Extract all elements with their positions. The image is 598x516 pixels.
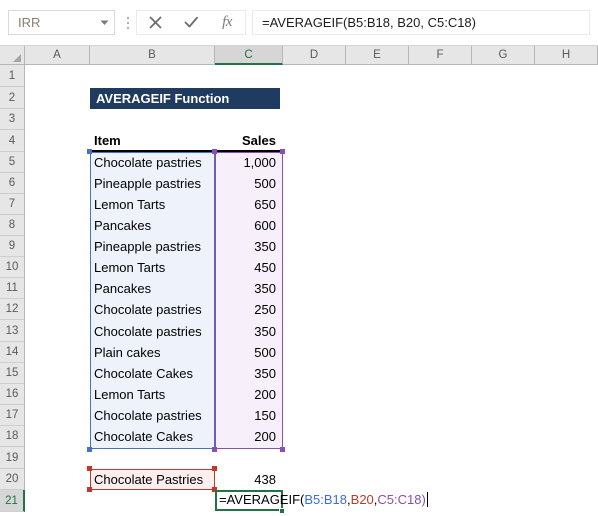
- table-row[interactable]: 600: [215, 215, 283, 236]
- range-handle-bl-blue: [87, 447, 92, 452]
- formula-bar: IRR fx =AVERAGEIF(B5:B18, B20, C5:C18): [0, 0, 598, 46]
- formula-input[interactable]: =AVERAGEIF(B5:B18, B20, C5:C18): [252, 10, 590, 35]
- table-row[interactable]: 350: [215, 236, 283, 257]
- row-header-12[interactable]: 12: [0, 299, 25, 320]
- chevron-down-icon[interactable]: [94, 20, 114, 26]
- column-header-g[interactable]: G: [472, 46, 535, 65]
- range-handle-br-blue: [212, 447, 217, 452]
- fx-icon[interactable]: fx: [209, 11, 245, 34]
- row-header-10[interactable]: 10: [0, 257, 25, 278]
- row-header-2[interactable]: 2: [0, 87, 25, 109]
- table-row[interactable]: Lemon Tarts: [90, 194, 215, 215]
- row-header-16[interactable]: 16: [0, 384, 25, 405]
- table-row[interactable]: 350: [215, 320, 283, 342]
- table-row[interactable]: 650: [215, 194, 283, 215]
- table-row[interactable]: Plain cakes: [90, 342, 215, 363]
- header-sales[interactable]: Sales: [215, 130, 283, 152]
- table-row[interactable]: Chocolate pastries: [90, 405, 215, 426]
- table-row[interactable]: 350: [215, 278, 283, 299]
- formula-ref-c5c18: C5:C18: [377, 492, 422, 507]
- table-row[interactable]: Chocolate pastries: [90, 152, 215, 173]
- row-header-1[interactable]: 1: [0, 65, 25, 87]
- table-row[interactable]: Chocolate Cakes: [90, 363, 215, 384]
- column-header-a[interactable]: A: [25, 46, 90, 65]
- row-header-11[interactable]: 11: [0, 278, 25, 299]
- row-header-9[interactable]: 9: [0, 236, 25, 257]
- table-row[interactable]: 250: [215, 299, 283, 320]
- select-all-triangle-icon: [13, 54, 21, 62]
- table-row[interactable]: 350: [215, 363, 283, 384]
- text-caret: [426, 492, 428, 507]
- row-headers: 1 2 3 4 5 6 7 8 9 10 11 12 13 14 15 16 1…: [0, 65, 25, 516]
- name-box-value: IRR: [18, 15, 41, 30]
- row-header-3[interactable]: 3: [0, 109, 25, 130]
- title-banner-text: AVERAGEIF Function: [96, 91, 230, 106]
- table-row[interactable]: 500: [215, 173, 283, 194]
- table-row[interactable]: 450: [215, 257, 283, 278]
- column-header-f[interactable]: F: [409, 46, 472, 65]
- table-row[interactable]: Chocolate Cakes: [90, 426, 215, 447]
- insert-function-label: fx: [222, 14, 232, 30]
- formula-ref-b20: B20: [350, 492, 374, 507]
- column-header-h[interactable]: H: [535, 46, 598, 65]
- range-handle-br-purple: [280, 447, 285, 452]
- criteria-cell-b20[interactable]: Chocolate Pastries: [90, 469, 215, 490]
- table-row[interactable]: Chocolate pastries: [90, 320, 215, 342]
- row-header-4[interactable]: 4: [0, 130, 25, 152]
- row-header-19[interactable]: 19: [0, 447, 25, 469]
- row-header-14[interactable]: 14: [0, 342, 25, 363]
- row-header-13[interactable]: 13: [0, 320, 25, 342]
- table-row[interactable]: Chocolate pastries: [90, 299, 215, 320]
- column-headers: A B C D E F G H: [0, 46, 598, 65]
- table-row[interactable]: Pineapple pastries: [90, 236, 215, 257]
- row-header-5[interactable]: 5: [0, 152, 25, 173]
- formula-prefix: =AVERAGEIF(: [219, 492, 305, 507]
- range-handle-bl-purple: [212, 447, 217, 452]
- formula-bar-separator: [123, 14, 132, 31]
- table-row[interactable]: Pineapple pastries: [90, 173, 215, 194]
- column-header-e[interactable]: E: [346, 46, 409, 65]
- table-row[interactable]: 500: [215, 342, 283, 363]
- select-all-corner[interactable]: [0, 46, 25, 65]
- column-header-d[interactable]: D: [283, 46, 346, 65]
- table-row[interactable]: Lemon Tarts: [90, 384, 215, 405]
- row-header-17[interactable]: 17: [0, 405, 25, 426]
- formula-ref-b5b18: B5:B18: [304, 492, 348, 507]
- title-banner[interactable]: AVERAGEIF Function: [90, 88, 280, 109]
- table-row[interactable]: Pancakes: [90, 215, 215, 236]
- table-row[interactable]: 200: [215, 384, 283, 405]
- row-header-7[interactable]: 7: [0, 194, 25, 215]
- row-header-6[interactable]: 6: [0, 173, 25, 194]
- row-header-15[interactable]: 15: [0, 363, 25, 384]
- column-header-b[interactable]: B: [90, 46, 215, 65]
- header-item[interactable]: Item: [90, 130, 215, 152]
- cell-edit-text: =AVERAGEIF(B5:B18, B20, C5:C18): [219, 490, 428, 509]
- worksheet-grid: AVERAGEIF Function Item Sales Chocolate …: [25, 65, 598, 516]
- formula-suffix: ): [421, 492, 426, 507]
- row-header-8[interactable]: 8: [0, 215, 25, 236]
- result-cell-c20[interactable]: 438: [215, 469, 283, 490]
- column-header-c[interactable]: C: [215, 46, 283, 65]
- cancel-x-icon[interactable]: [137, 11, 173, 34]
- row-header-21[interactable]: 21: [0, 490, 25, 512]
- table-row[interactable]: 200: [215, 426, 283, 447]
- enter-check-icon[interactable]: [173, 11, 209, 34]
- row-header-18[interactable]: 18: [0, 426, 25, 447]
- row-header-20[interactable]: 20: [0, 469, 25, 490]
- formula-input-value: =AVERAGEIF(B5:B18, B20, C5:C18): [262, 15, 476, 30]
- table-row[interactable]: Lemon Tarts: [90, 257, 215, 278]
- formula-bar-buttons: fx: [136, 10, 246, 35]
- table-row[interactable]: Pancakes: [90, 278, 215, 299]
- name-box[interactable]: IRR: [8, 10, 115, 35]
- table-row[interactable]: 1,000: [215, 152, 283, 173]
- table-row[interactable]: 150: [215, 405, 283, 426]
